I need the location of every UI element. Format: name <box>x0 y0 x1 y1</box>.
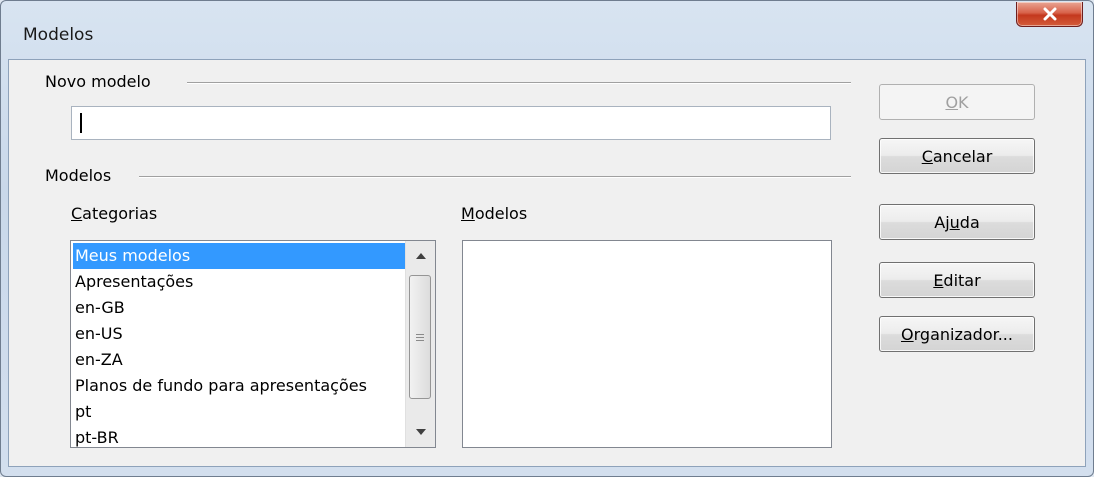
category-item[interactable]: pt <box>73 399 407 425</box>
text-caret <box>80 113 82 133</box>
close-button[interactable] <box>1016 2 1083 27</box>
new-template-group-label: Novo modelo <box>45 72 157 91</box>
scroll-thumb[interactable] <box>409 275 431 399</box>
categories-listbox[interactable]: Meus modelos Apresentações en-GB en-US e… <box>70 240 436 448</box>
help-button[interactable]: Aj u da <box>879 204 1035 240</box>
window-title: Modelos <box>23 25 94 45</box>
categories-scrollbar[interactable] <box>405 241 435 447</box>
edit-button[interactable]: Editar <box>879 262 1035 298</box>
category-item[interactable]: en-ZA <box>73 347 407 373</box>
category-item[interactable]: pt-BR <box>73 425 407 447</box>
scroll-down-button[interactable] <box>406 417 435 447</box>
category-item[interactable]: en-GB <box>73 295 407 321</box>
dialog-client-area: Novo modelo Modelos Categorias Modelos M… <box>8 59 1086 467</box>
organizer-button[interactable]: Organizador... <box>879 316 1035 352</box>
models-label: Modelos <box>461 204 528 223</box>
new-template-name-input[interactable] <box>71 106 831 140</box>
title-bar[interactable]: Modelos <box>1 1 1093 59</box>
grip-lines-icon <box>416 332 424 343</box>
chevron-up-icon <box>415 253 426 259</box>
templates-group-divider <box>139 176 851 178</box>
scroll-up-button[interactable] <box>406 241 435 271</box>
cancel-button[interactable]: Cancelar <box>879 138 1035 174</box>
category-item[interactable]: Planos de fundo para apresentações <box>73 373 407 399</box>
models-listbox[interactable] <box>462 240 832 448</box>
category-item[interactable]: en-US <box>73 321 407 347</box>
dialog-window: Modelos Novo modelo Modelos Categorias M… <box>0 0 1094 477</box>
close-x-icon <box>1043 7 1056 21</box>
new-template-group-divider <box>187 82 851 84</box>
categories-label: Categorias <box>71 204 158 223</box>
category-item[interactable]: Meus modelos <box>73 243 405 269</box>
category-item[interactable]: Apresentações <box>73 269 407 295</box>
templates-group-label: Modelos <box>45 166 118 185</box>
chevron-down-icon <box>415 429 426 435</box>
ok-button[interactable]: OK <box>879 84 1035 120</box>
